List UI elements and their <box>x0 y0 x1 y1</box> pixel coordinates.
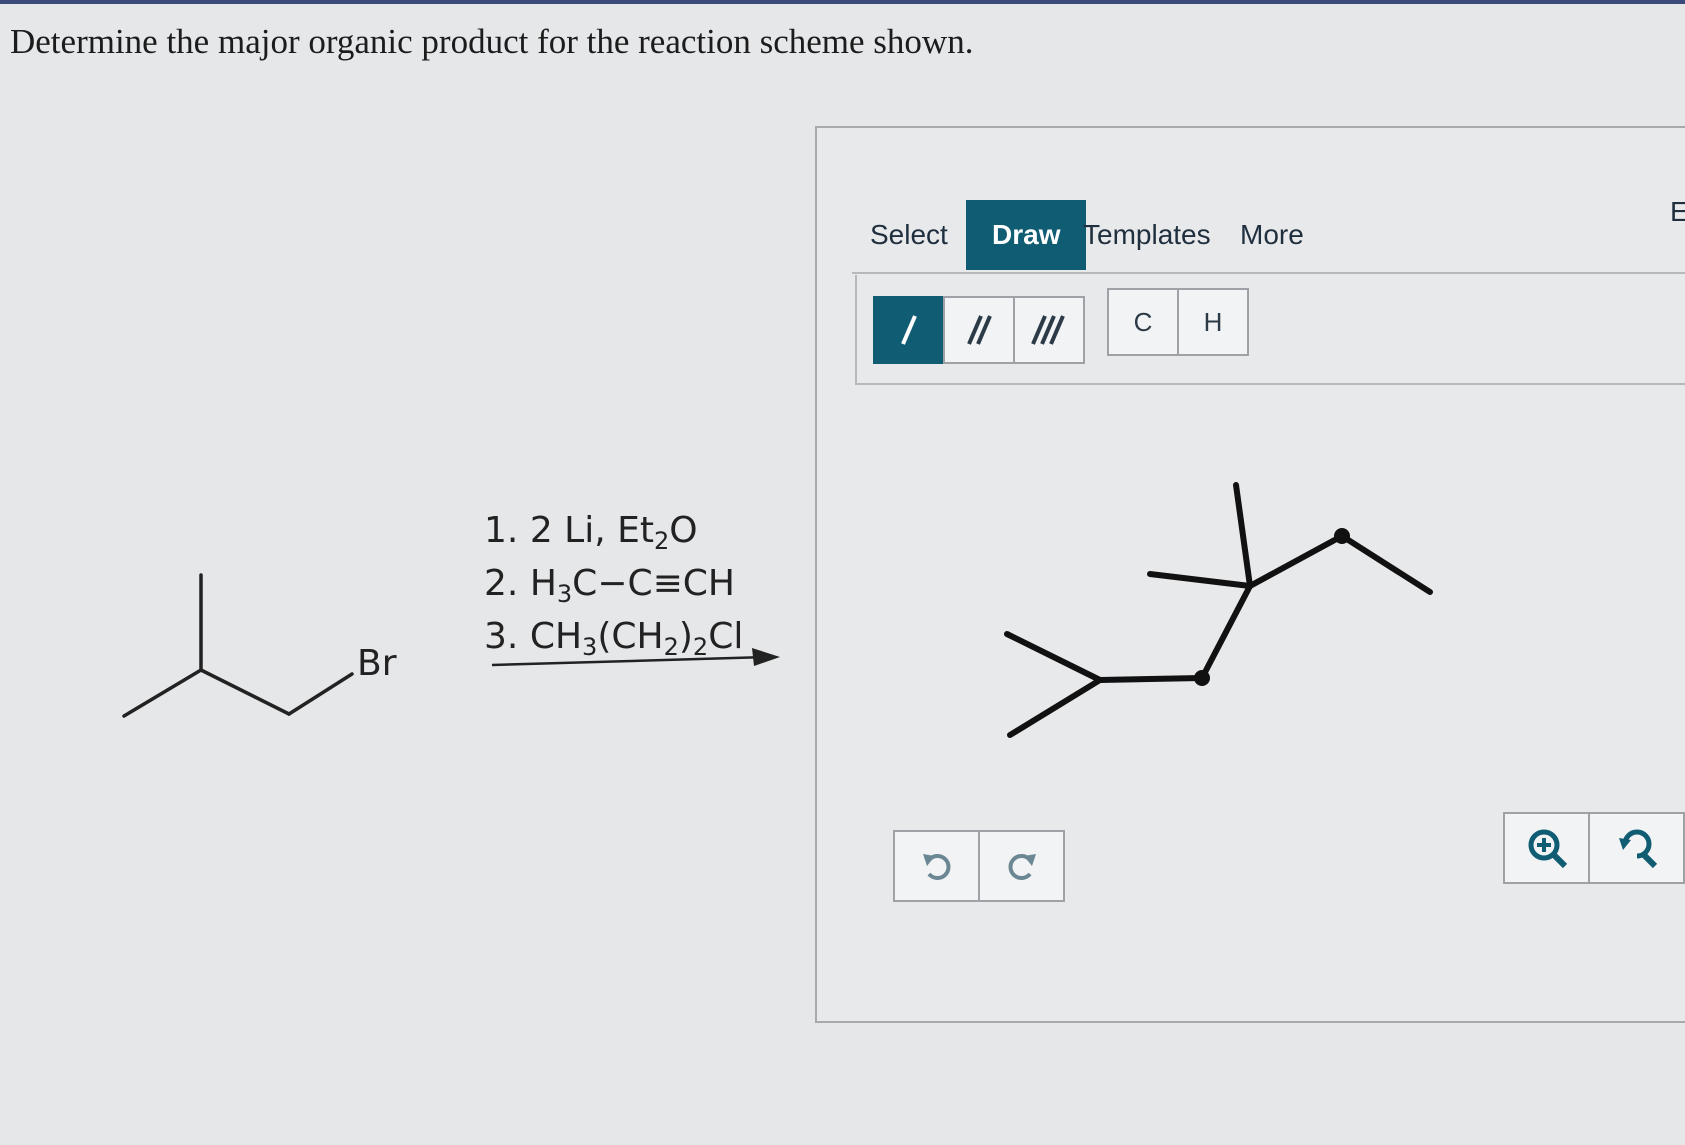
tab-cutoff-label[interactable]: E <box>1670 196 1685 228</box>
step-text: H <box>529 563 557 604</box>
product-bond <box>1097 675 1205 683</box>
zoom-in-icon <box>1528 829 1567 869</box>
step-subscript: 2 <box>663 633 679 661</box>
carbon-atom-label: C <box>1133 306 1153 337</box>
step-text: 2 Li, Et <box>529 510 654 551</box>
product-bond <box>1007 677 1103 738</box>
step-number: 1. <box>484 510 519 551</box>
reactant-bond <box>122 668 203 718</box>
triple-bond-icon <box>1031 315 1065 345</box>
reactant-bond <box>199 668 291 716</box>
reagent-step-1: 1. 2 Li, Et2O <box>484 504 743 557</box>
tab-draw[interactable]: Draw <box>966 200 1087 270</box>
product-bond <box>1233 482 1253 589</box>
double-bond-icon <box>967 315 992 345</box>
step-text: ) <box>678 616 693 657</box>
drawn-product-structure[interactable] <box>960 460 1480 760</box>
zoom-reset-button[interactable] <box>1588 812 1685 884</box>
product-bond <box>1147 571 1253 589</box>
single-bond-tool[interactable] <box>873 296 945 364</box>
reagent-list: 1. 2 Li, Et2O 2. H3C−C≡CH 3. CH3(CH2)2Cl <box>484 504 743 663</box>
undo-button[interactable] <box>893 830 980 902</box>
tab-more[interactable]: More <box>1240 200 1304 270</box>
product-bond <box>1004 631 1103 683</box>
reaction-scheme: Br 1. 2 Li, Et2O 2. H3C−C≡CH 3. CH3(CH2)… <box>0 0 800 1145</box>
step-text: O <box>669 510 698 551</box>
single-bond-icon <box>901 315 917 345</box>
step-text: C−C≡CH <box>572 563 735 604</box>
product-bond <box>1199 583 1253 681</box>
zoom-reset-icon <box>1618 829 1657 869</box>
step-number: 2. <box>484 563 519 604</box>
reaction-arrow-head <box>752 648 780 666</box>
hydrogen-atom-button[interactable]: H <box>1177 288 1249 356</box>
carbon-atom-button[interactable]: C <box>1107 288 1179 356</box>
tab-templates[interactable]: Templates <box>1083 200 1211 270</box>
reagent-step-3: 3. CH3(CH2)2Cl <box>484 610 743 663</box>
product-bond <box>1247 533 1345 589</box>
redo-icon <box>1008 854 1036 880</box>
step-subscript: 3 <box>556 580 573 608</box>
selected-atom-dot[interactable] <box>1334 528 1350 544</box>
step-number: 3. <box>484 616 519 657</box>
selected-atom-dot[interactable] <box>1194 670 1210 686</box>
product-bond <box>1339 533 1433 595</box>
step-subscript: 2 <box>653 527 670 555</box>
reagent-step-2: 2. H3C−C≡CH <box>484 557 743 610</box>
redo-button[interactable] <box>978 830 1065 902</box>
bromine-label: Br <box>357 643 397 684</box>
undo-icon <box>922 854 950 880</box>
reactant-bond <box>287 672 354 716</box>
step-text: (CH <box>597 616 664 657</box>
hydrogen-atom-label: H <box>1203 306 1223 337</box>
step-subscript: 2 <box>692 633 709 661</box>
step-text: Cl <box>708 616 744 657</box>
step-subscript: 3 <box>582 633 598 661</box>
tab-select[interactable]: Select <box>870 200 948 270</box>
double-bond-tool[interactable] <box>943 296 1015 364</box>
step-text: CH <box>529 616 583 657</box>
editor-tab-bar: Select Draw Templates More <box>852 200 1685 274</box>
zoom-in-button[interactable] <box>1503 812 1590 884</box>
triple-bond-tool[interactable] <box>1013 296 1085 364</box>
